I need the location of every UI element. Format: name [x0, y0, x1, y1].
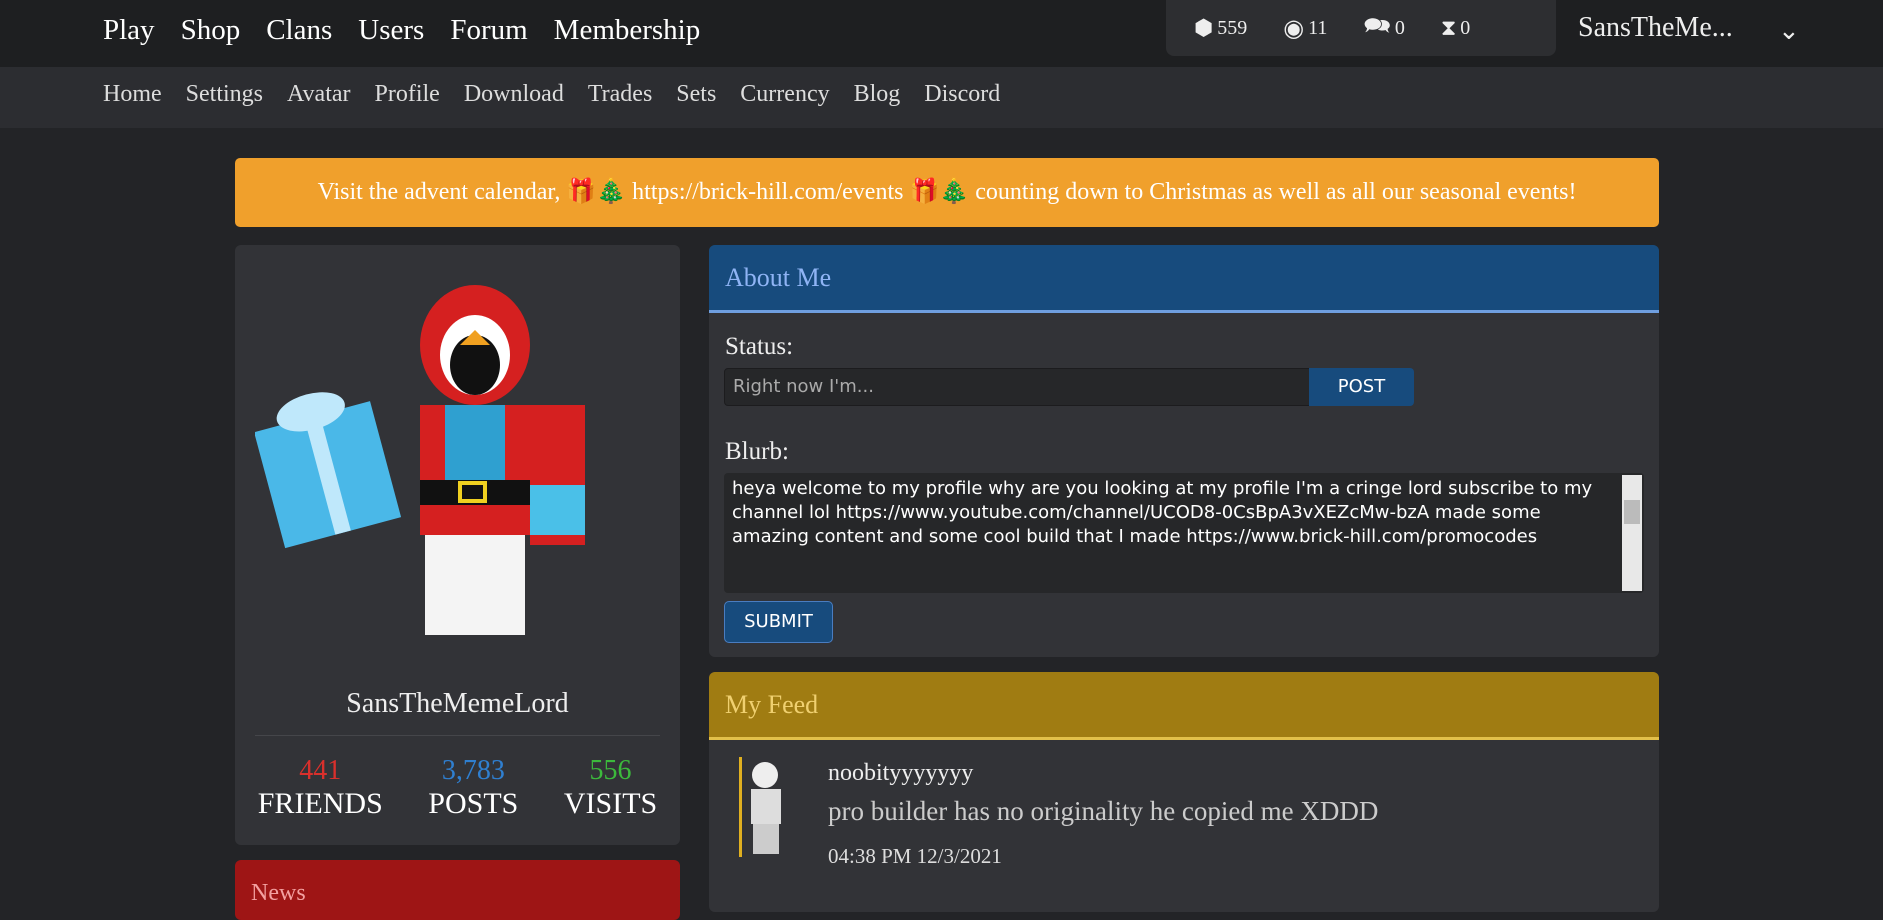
- posts-count[interactable]: 3,783 POSTS: [428, 755, 518, 821]
- news-card: News: [235, 860, 680, 920]
- sub-nav: Home Settings Avatar Profile Download Tr…: [103, 81, 1000, 108]
- divider: [255, 735, 660, 736]
- nav-play[interactable]: Play: [103, 14, 155, 47]
- username-menu[interactable]: SansTheMe...: [1578, 12, 1733, 44]
- main-nav: Play Shop Clans Users Forum Membership: [103, 14, 700, 47]
- messages-icon: 🗪: [1363, 13, 1391, 38]
- about-me-card: About Me Status: Right now I'm... POST B…: [709, 245, 1659, 657]
- nav-shop[interactable]: Shop: [181, 14, 241, 47]
- about-me-title: About Me: [709, 245, 1659, 313]
- blurb-textarea[interactable]: heya welcome to my profile why are you l…: [724, 473, 1644, 593]
- status-input[interactable]: Right now I'm...: [724, 368, 1311, 406]
- sub-nav-avatar[interactable]: Avatar: [287, 81, 351, 108]
- sub-nav-home[interactable]: Home: [103, 81, 162, 108]
- sub-nav-profile[interactable]: Profile: [375, 81, 440, 108]
- sub-nav-blog[interactable]: Blog: [854, 81, 901, 108]
- profile-card: SansTheMemeLord 441 FRIENDS 3,783 POSTS 55…: [235, 245, 680, 845]
- nav-clans[interactable]: Clans: [266, 14, 332, 47]
- scrollbar[interactable]: [1622, 475, 1642, 591]
- feed-title: My Feed: [709, 672, 1659, 740]
- profile-username: SansTheMemeLord: [346, 688, 569, 719]
- messages-stat[interactable]: 🗪 0: [1363, 9, 1404, 47]
- feed-item-user[interactable]: noobityyyyyyy: [828, 760, 973, 787]
- scrollbar-thumb[interactable]: [1624, 500, 1640, 524]
- chevron-down-icon[interactable]: ⌄: [1778, 16, 1800, 46]
- feed-card: My Feed noobityyyyyyy pro builder has no…: [709, 672, 1659, 912]
- sub-nav-sets[interactable]: Sets: [676, 81, 716, 108]
- bits-stat[interactable]: ◉ 11: [1283, 14, 1327, 43]
- brick-icon: ⬢: [1194, 15, 1214, 40]
- post-button[interactable]: POST: [1309, 368, 1414, 406]
- profile-counts: 441 FRIENDS 3,783 POSTS 556 VISITS: [235, 755, 680, 821]
- user-icon: ⧗: [1440, 15, 1457, 40]
- sub-nav-discord[interactable]: Discord: [924, 81, 1000, 108]
- bits-icon: ◉: [1283, 15, 1305, 42]
- sub-nav-settings[interactable]: Settings: [186, 81, 263, 108]
- feed-item-text: pro builder has no originality he copied…: [828, 796, 1379, 826]
- news-title: News: [251, 880, 306, 906]
- feed-avatar[interactable]: [731, 757, 791, 857]
- blurb-label: Blurb:: [725, 438, 789, 465]
- friends-count[interactable]: 441 FRIENDS: [258, 755, 383, 821]
- nav-forum[interactable]: Forum: [450, 14, 527, 47]
- status-label: Status:: [725, 333, 794, 360]
- bricks-stat[interactable]: ⬢ 559: [1194, 15, 1247, 41]
- sub-nav-trades[interactable]: Trades: [588, 81, 652, 108]
- announcement-banner[interactable]: Visit the advent calendar, 🎁🎄 https://br…: [235, 158, 1659, 227]
- sub-nav-bar: Home Settings Avatar Profile Download Tr…: [0, 67, 1883, 128]
- top-bar: Play Shop Clans Users Forum Membership ⬢…: [0, 0, 1883, 67]
- nav-membership[interactable]: Membership: [554, 14, 701, 47]
- submit-button[interactable]: SUBMIT: [724, 601, 833, 643]
- visits-count: 556 VISITS: [563, 755, 658, 820]
- sub-nav-download[interactable]: Download: [464, 81, 564, 108]
- sub-nav-currency[interactable]: Currency: [740, 81, 829, 108]
- user-stats: ⬢ 559 ◉ 11 🗪 0 ⧗ 0: [1166, 0, 1556, 56]
- feed-item-time: 04:38 PM 12/3/2021: [828, 844, 1002, 868]
- friend-requests-stat[interactable]: ⧗ 0: [1441, 15, 1470, 41]
- nav-users[interactable]: Users: [358, 14, 424, 47]
- avatar-image: [255, 285, 585, 635]
